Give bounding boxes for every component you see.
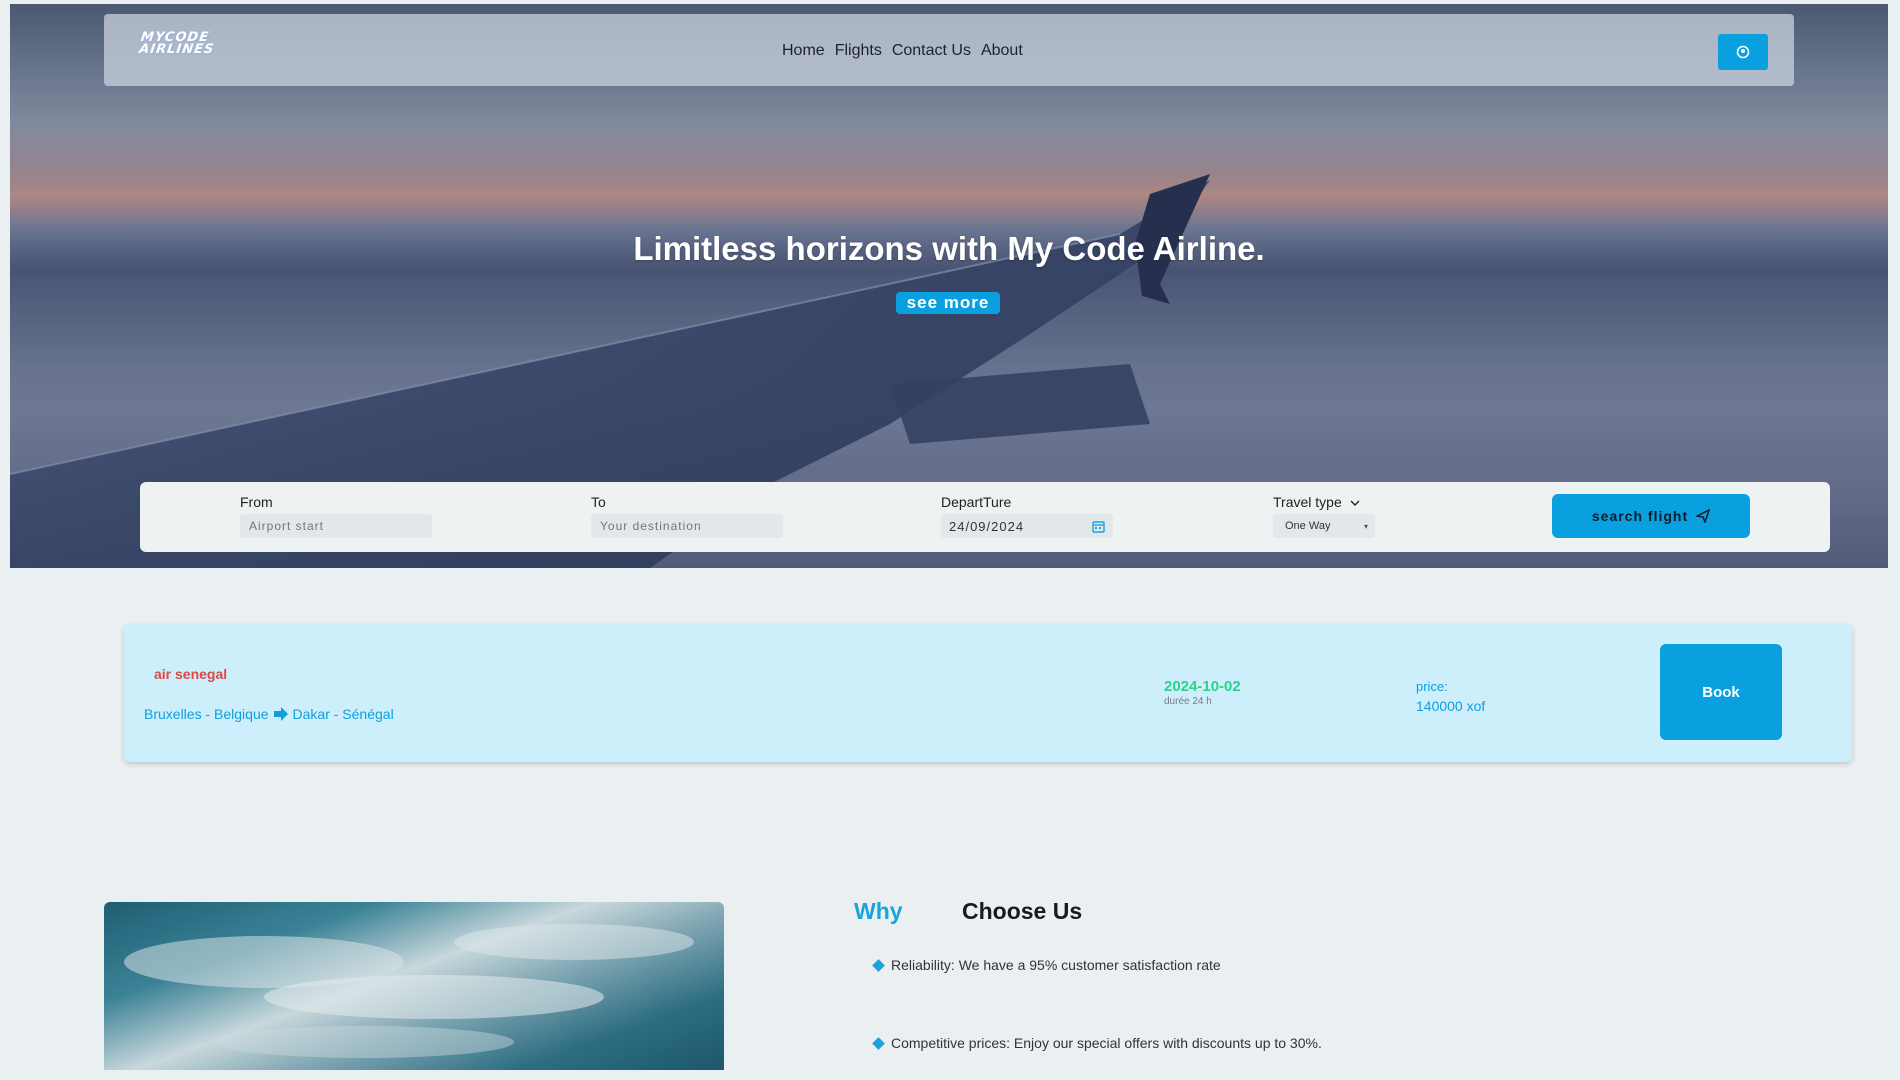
price-label: price:: [1416, 679, 1448, 694]
flight-route: Bruxelles - Belgique Dakar - Sénégal: [144, 706, 394, 722]
page-frame: MYCODE AIRLINES Home Flights Contact Us …: [10, 4, 1888, 1070]
benefit-text: Competitive prices: Enjoy our special of…: [891, 1035, 1322, 1051]
departure-date-value: 24/09/2024: [949, 518, 1025, 534]
airline-logo[interactable]: MYCODE AIRLINES: [138, 30, 231, 57]
navbar: MYCODE AIRLINES Home Flights Contact Us …: [104, 14, 1794, 86]
choose-us-title: Choose Us: [962, 898, 1083, 924]
from-label: From: [240, 494, 273, 510]
airline-name: air senegal: [154, 666, 228, 682]
departure-label: DepartTure: [941, 494, 1012, 510]
flight-date: 2024-10-02: [1164, 678, 1241, 695]
nav-link-contact[interactable]: Contact Us: [892, 42, 971, 60]
plane-icon: [1696, 509, 1711, 523]
calendar-icon[interactable]: [1092, 520, 1105, 533]
route-origin: Bruxelles - Belgique: [144, 706, 269, 722]
benefit-text: Reliability: We have a 95% customer sati…: [891, 957, 1221, 973]
flight-result-card: air senegal Bruxelles - Belgique Dakar -…: [124, 624, 1852, 762]
price-value: 140000 xof: [1416, 698, 1486, 714]
see-more-button[interactable]: see more: [896, 292, 1000, 314]
from-field-group: From: [240, 494, 432, 538]
to-input[interactable]: [591, 514, 783, 538]
travel-type-label-text: Travel type: [1273, 494, 1342, 510]
book-button[interactable]: Book: [1660, 644, 1782, 740]
nav-link-home[interactable]: Home: [782, 42, 825, 60]
benefit-item: Reliability: We have a 95% customer sati…: [872, 957, 1221, 973]
diamond-icon: [872, 1036, 885, 1050]
nav-link-flights[interactable]: Flights: [835, 42, 882, 60]
nav-link-about[interactable]: About: [981, 42, 1023, 60]
user-button[interactable]: [1718, 34, 1768, 70]
to-field-group: To: [591, 494, 783, 538]
chevron-down-icon: [1350, 500, 1360, 506]
search-flight-label: search flight: [1591, 508, 1689, 524]
hero-section: MYCODE AIRLINES Home Flights Contact Us …: [10, 4, 1888, 568]
flight-search-bar: From To DepartTure 24/09/2024: [140, 482, 1830, 552]
clouds-decoration: [124, 924, 694, 1058]
sky-clouds-image: [104, 902, 724, 1070]
travel-type-selected: One Way: [1285, 520, 1331, 532]
route-destination: Dakar - Sénégal: [292, 706, 394, 722]
departure-field-group: DepartTure 24/09/2024: [941, 494, 1113, 538]
arrow-right-icon: [273, 707, 288, 721]
user-icon: [1736, 45, 1750, 59]
diamond-icon: [872, 958, 885, 972]
benefit-item: Competitive prices: Enjoy our special of…: [872, 1035, 1322, 1051]
travel-type-select[interactable]: One Way ▾: [1273, 514, 1375, 538]
select-arrow-icon: ▾: [1363, 521, 1368, 531]
departure-date-input[interactable]: 24/09/2024: [941, 514, 1113, 538]
why-title: Why: [854, 898, 903, 924]
hero-title: Limitless horizons with My Code Airline.: [633, 230, 1265, 267]
from-input[interactable]: [240, 514, 432, 538]
search-flight-button[interactable]: search flight: [1552, 494, 1750, 538]
to-label: To: [591, 494, 606, 510]
travel-type-label: Travel type: [1273, 494, 1375, 510]
flight-duration: durée 24 h: [1164, 696, 1212, 707]
travel-type-field-group: Travel type One Way ▾: [1273, 494, 1375, 538]
nav-links: Home Flights Contact Us About: [782, 42, 1023, 60]
